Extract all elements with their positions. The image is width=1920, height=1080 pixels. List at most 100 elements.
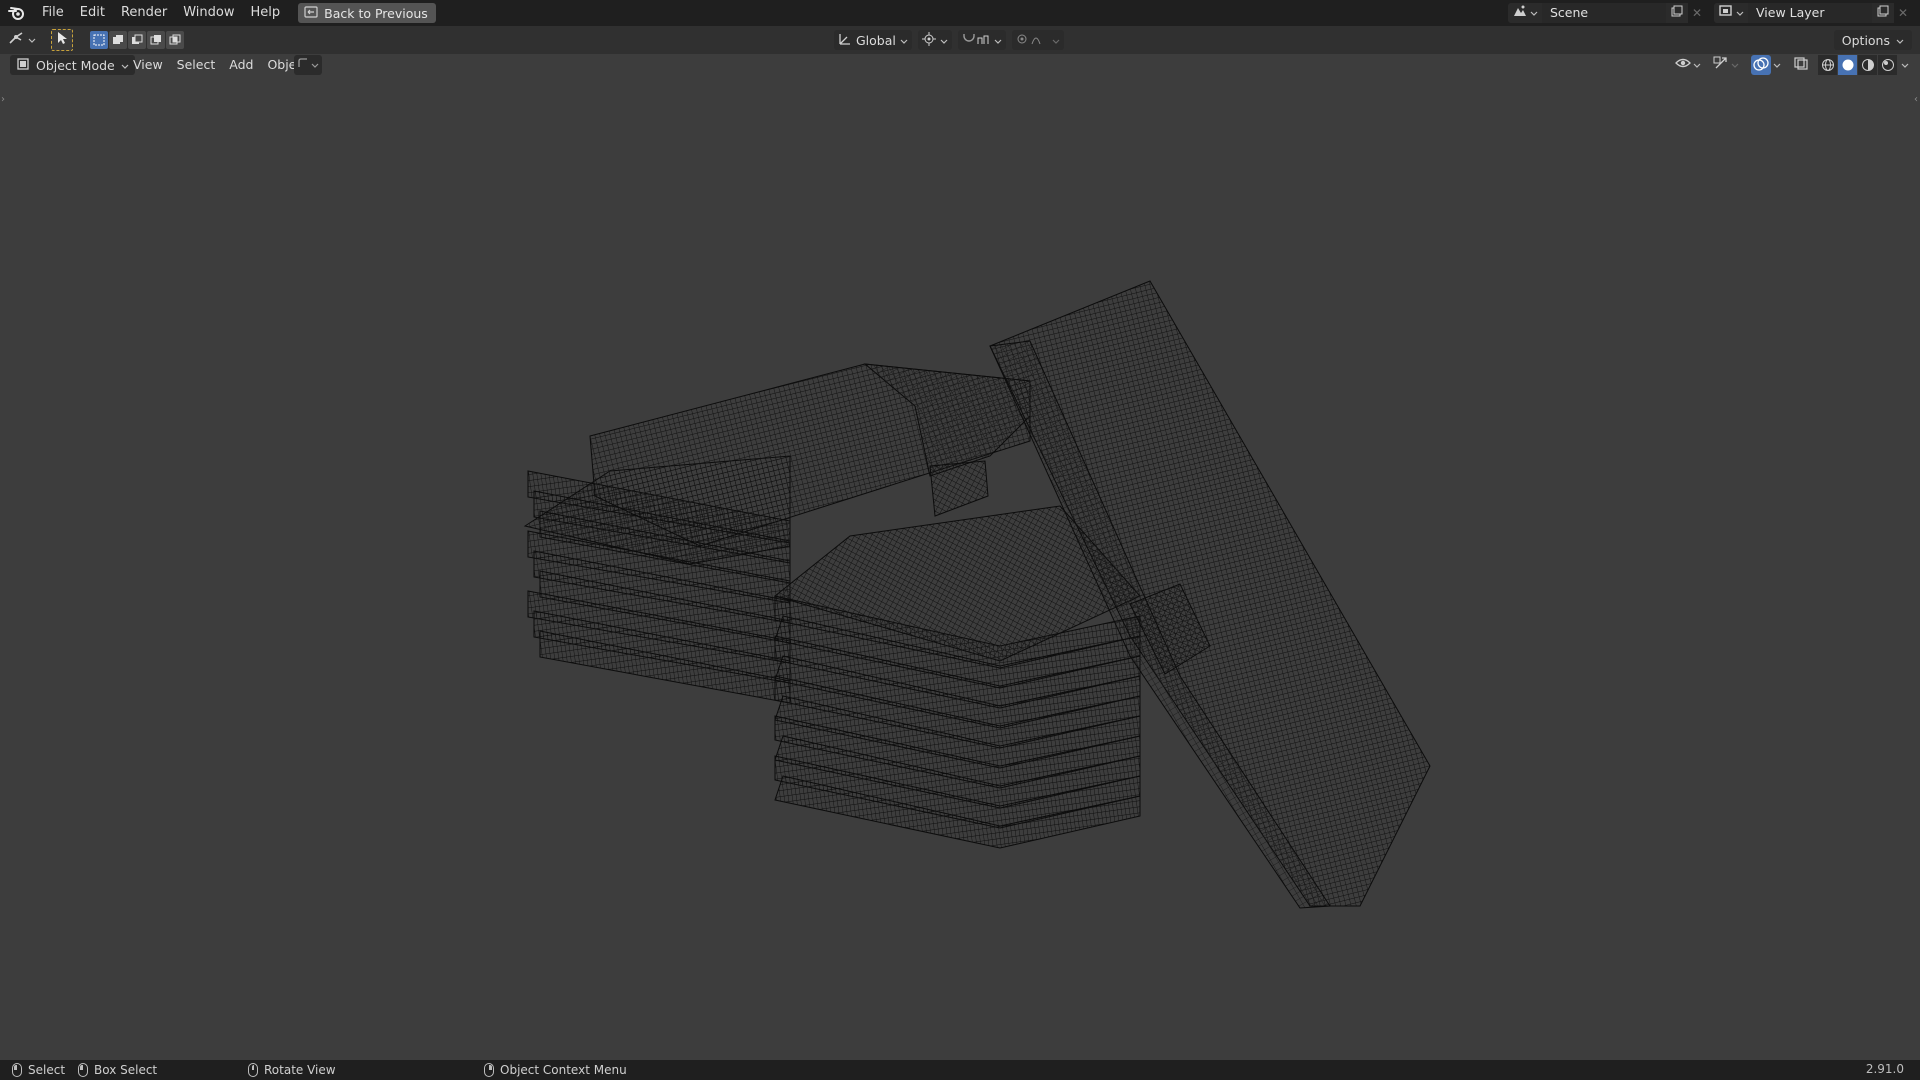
top-menu-bar: File Edit Render Window Help Back to Pre… xyxy=(0,0,1920,26)
menu-help[interactable]: Help xyxy=(243,0,289,26)
view-layer-selector: View Layer ✕ xyxy=(1714,3,1912,23)
chevron-down-icon xyxy=(1896,33,1904,48)
chevron-down-icon xyxy=(1693,58,1701,73)
rendered-shading-icon[interactable] xyxy=(1878,55,1897,75)
view-layer-browse-button[interactable] xyxy=(1714,3,1748,23)
back-to-previous-button[interactable]: Back to Previous xyxy=(298,3,436,23)
toolbar-expand-icon[interactable]: › xyxy=(1,94,5,105)
snap-dropdown[interactable] xyxy=(957,30,1006,50)
status-context-menu-label: Object Context Menu xyxy=(500,1063,627,1077)
transform-orientation-dropdown[interactable]: Global xyxy=(834,30,912,50)
close-icon[interactable]: ✕ xyxy=(1894,3,1912,23)
select-menu[interactable]: Select xyxy=(170,55,223,75)
version-label: 2.91.0 xyxy=(1865,1062,1904,1076)
view-menu[interactable]: View xyxy=(126,55,170,75)
back-to-previous-label: Back to Previous xyxy=(324,5,428,21)
xray-icon xyxy=(1793,56,1809,74)
new-scene-button[interactable] xyxy=(1666,3,1688,23)
menu-render[interactable]: Render xyxy=(113,0,175,26)
chevron-down-icon xyxy=(1731,58,1739,73)
back-icon xyxy=(304,5,318,21)
view-layer-name-field[interactable]: View Layer xyxy=(1748,3,1872,23)
select-new-mode-button[interactable] xyxy=(90,31,108,49)
menu-file[interactable]: File xyxy=(34,0,72,26)
select-invert-mode-button[interactable] xyxy=(147,31,165,49)
select-extend-mode-button[interactable] xyxy=(109,31,127,49)
gizmo-toggle[interactable] xyxy=(1710,55,1742,75)
sidebar-expand-icon[interactable]: ‹ xyxy=(1914,94,1918,105)
chevron-down-icon xyxy=(1530,6,1538,21)
status-select: Select xyxy=(12,1062,65,1078)
status-context-menu: Object Context Menu xyxy=(484,1062,627,1078)
scene-name-field[interactable]: Scene xyxy=(1542,3,1666,23)
new-icon xyxy=(1671,5,1683,21)
orientation-icon xyxy=(838,32,852,49)
status-rotate-view-label: Rotate View xyxy=(264,1063,336,1077)
menu-edit[interactable]: Edit xyxy=(72,0,113,26)
chevron-down-icon[interactable] xyxy=(1898,58,1912,73)
select-intersect-mode-button[interactable] xyxy=(166,31,184,49)
select-tool-button[interactable] xyxy=(51,29,73,51)
scene-selector: Scene ✕ xyxy=(1508,3,1706,23)
visibility-dropdown[interactable] xyxy=(1672,55,1704,75)
mouse-middle-icon xyxy=(248,1063,258,1077)
status-bar: Select Box Select Rotate View Object Con… xyxy=(0,1060,1920,1080)
wireframe-book-stacks[interactable] xyxy=(0,76,1920,1060)
snap-icon xyxy=(962,32,990,49)
transform-affect-icon xyxy=(297,57,309,73)
editor-type-icon xyxy=(8,31,26,49)
overlay-icon xyxy=(1751,55,1771,75)
add-menu[interactable]: Add xyxy=(222,55,260,75)
shading-modes xyxy=(1818,55,1912,75)
blender-window: File Edit Render Window Help Back to Pre… xyxy=(0,0,1920,1080)
transform-affect-dropdown[interactable] xyxy=(294,55,322,75)
status-select-label: Select xyxy=(28,1063,66,1077)
chevron-down-icon xyxy=(994,33,1002,48)
visibility-icon xyxy=(1675,57,1691,73)
mouse-right-icon xyxy=(484,1063,494,1077)
menu-window[interactable]: Window xyxy=(175,0,242,26)
pivot-point-dropdown[interactable] xyxy=(917,30,952,50)
proportional-icon xyxy=(1016,32,1048,49)
viewport-display-controls xyxy=(1672,55,1912,75)
material-shading-icon[interactable] xyxy=(1858,55,1877,75)
chevron-down-icon xyxy=(900,33,908,48)
viewport-header: Object Mode View Select Add Object xyxy=(0,54,1920,76)
select-subtract-mode-button[interactable] xyxy=(128,31,146,49)
solid-shading-icon[interactable] xyxy=(1838,55,1857,75)
close-icon[interactable]: ✕ xyxy=(1688,3,1706,23)
editor-type-button[interactable] xyxy=(8,30,40,50)
chevron-down-icon xyxy=(28,33,36,48)
xray-toggle[interactable] xyxy=(1790,55,1812,75)
viewport-menus: View Select Add Object xyxy=(126,55,315,75)
chevron-down-icon xyxy=(1736,6,1744,21)
wireframe-shading-icon[interactable] xyxy=(1818,55,1837,75)
chevron-down-icon xyxy=(311,58,319,73)
back-book-band xyxy=(929,460,989,517)
gizmo-icon xyxy=(1713,56,1729,74)
view-layer-icon xyxy=(1718,4,1734,22)
options-dropdown[interactable]: Options xyxy=(1833,30,1912,50)
overlay-toggle[interactable] xyxy=(1748,55,1784,75)
selection-mode-buttons xyxy=(90,31,184,49)
object-mode-dropdown[interactable]: Object Mode xyxy=(10,55,135,75)
transform-tools: Global xyxy=(834,30,1064,50)
blender-logo-icon[interactable] xyxy=(0,0,34,26)
select-tool-icon xyxy=(56,31,68,49)
tool-header: Global Options xyxy=(0,26,1920,54)
transform-orientation-label: Global xyxy=(856,32,896,48)
3d-viewport[interactable]: › ‹ xyxy=(0,76,1920,1060)
object-mode-label: Object Mode xyxy=(36,57,115,73)
scene-browse-button[interactable] xyxy=(1508,3,1542,23)
proportional-editing-dropdown[interactable] xyxy=(1011,30,1064,50)
scene-icon xyxy=(1512,4,1528,22)
mouse-left-icon xyxy=(12,1063,22,1077)
chevron-down-icon xyxy=(1773,58,1781,73)
new-view-layer-button[interactable] xyxy=(1872,3,1894,23)
status-box-select: Box Select xyxy=(78,1062,157,1078)
workspace-right-controls: Scene ✕ View Layer ✕ xyxy=(1508,0,1920,26)
options-label: Options xyxy=(1841,32,1890,48)
status-box-select-label: Box Select xyxy=(94,1063,158,1077)
pivot-icon xyxy=(921,31,936,49)
status-rotate-view: Rotate View xyxy=(248,1062,336,1078)
